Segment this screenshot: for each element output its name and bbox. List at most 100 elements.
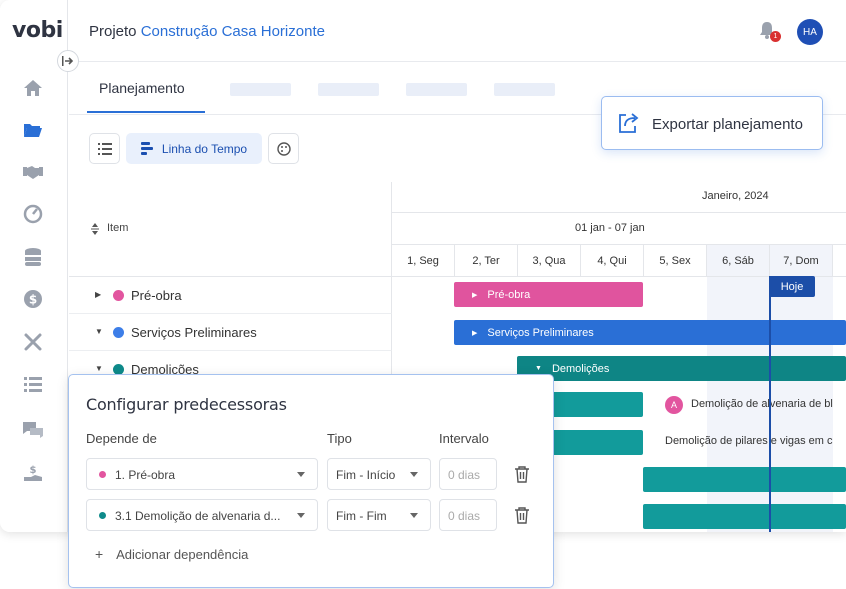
- expand-caret-icon[interactable]: ▶: [95, 290, 101, 299]
- interval-input[interactable]: 0 dias: [439, 458, 497, 490]
- predecessors-dialog: Configurar predecessoras Depende de Tipo…: [68, 374, 554, 588]
- interval-placeholder: 0 dias: [448, 468, 481, 482]
- row-color-dot: [113, 327, 124, 338]
- task-label: Demolição de alvenaria de bl: [691, 398, 833, 410]
- depends-select[interactable]: 3.1 Demolição de alvenaria d...: [86, 499, 318, 531]
- project-name[interactable]: Construção Casa Horizonte: [141, 23, 325, 40]
- page-title: Projeto Construção Casa Horizonte: [89, 23, 325, 40]
- expand-caret-icon[interactable]: ▶: [472, 329, 477, 337]
- tab-label: Planejamento: [99, 80, 185, 96]
- chevron-down-icon: [297, 472, 305, 477]
- tools-icon[interactable]: [21, 330, 45, 354]
- assignee-avatar: A: [665, 396, 683, 414]
- project-label: Projeto: [89, 23, 137, 40]
- palette-icon: [276, 141, 291, 156]
- gantt-bar-demolicoes[interactable]: ▼ Demolições: [517, 356, 846, 381]
- user-avatar[interactable]: HA: [797, 19, 823, 45]
- sidebar-toggle-button[interactable]: [57, 50, 79, 72]
- depends-value: 3.1 Demolição de alvenaria d...: [115, 509, 281, 523]
- list-icon: [97, 142, 112, 155]
- type-select[interactable]: Fim - Início: [327, 458, 431, 490]
- money-hand-icon[interactable]: $: [21, 461, 45, 485]
- today-marker-line: [769, 276, 771, 532]
- depends-value: 1. Pré-obra: [115, 468, 176, 482]
- day-cell: 4, Qui: [581, 245, 644, 277]
- plus-icon: +: [95, 546, 104, 562]
- logo: vobi: [12, 18, 63, 43]
- gantt-bar-task[interactable]: [643, 467, 846, 492]
- handshake-icon[interactable]: [21, 160, 45, 184]
- tab-placeholder[interactable]: [230, 83, 291, 96]
- gantt-bar-pre-obra[interactable]: ▶ Pré-obra: [454, 282, 643, 307]
- tab-placeholder[interactable]: [318, 83, 379, 96]
- sidebar: vobi $ $: [0, 0, 68, 532]
- export-planning-button[interactable]: Exportar planejamento: [601, 96, 823, 150]
- bar-label: Serviços Preliminares: [487, 326, 594, 339]
- collapse-caret-icon[interactable]: ▼: [95, 364, 103, 373]
- trash-icon[interactable]: [514, 465, 530, 483]
- tab-placeholder[interactable]: [494, 83, 555, 96]
- collapse-caret-icon[interactable]: ▼: [535, 365, 542, 372]
- day-cell: 1, Seg: [392, 245, 455, 277]
- list-icon[interactable]: [21, 372, 45, 396]
- type-value: Fim - Fim: [336, 509, 387, 523]
- chat-icon[interactable]: [21, 418, 45, 442]
- month-header: Janeiro, 2024: [392, 182, 846, 213]
- sort-icon: [91, 223, 99, 235]
- table-row[interactable]: ▼ Serviços Preliminares: [69, 314, 392, 351]
- svg-text:$: $: [30, 465, 37, 476]
- depends-select[interactable]: 1. Pré-obra: [86, 458, 318, 490]
- day-cell: 2, Ter: [455, 245, 518, 277]
- day-cell: 5, Sex: [644, 245, 707, 277]
- notification-badge: 1: [770, 31, 781, 42]
- interval-placeholder: 0 dias: [448, 509, 481, 523]
- week-header: 01 jan - 07 jan: [392, 213, 846, 245]
- list-view-button[interactable]: [89, 133, 120, 164]
- month-label: Janeiro, 2024: [702, 190, 769, 202]
- day-cell: 7, Dom: [770, 245, 833, 277]
- expand-caret-icon[interactable]: ▶: [472, 291, 477, 299]
- add-dependency-button[interactable]: + Adicionar dependência: [95, 546, 248, 562]
- chevron-down-icon: [297, 513, 305, 518]
- week-label: 01 jan - 07 jan: [575, 222, 645, 234]
- row-color-dot: [113, 290, 124, 301]
- trash-icon[interactable]: [514, 506, 530, 524]
- export-label: Exportar planejamento: [652, 116, 803, 133]
- interval-column-label: Intervalo: [439, 431, 489, 446]
- timeline-view-button[interactable]: Linha do Tempo: [126, 133, 262, 164]
- task-label: Demolição de pilares e vigas em c: [665, 435, 833, 447]
- settings-button[interactable]: [268, 133, 299, 164]
- bar-label: Pré-obra: [487, 288, 531, 301]
- coins-icon[interactable]: [21, 245, 45, 269]
- gauge-icon[interactable]: [21, 202, 45, 226]
- gantt-bar-task[interactable]: [643, 504, 846, 529]
- expand-arrow-icon: [62, 56, 74, 66]
- dialog-title: Configurar predecessoras: [86, 395, 287, 414]
- gantt-bar-servicos-preliminares[interactable]: ▶ Serviços Preliminares: [454, 320, 846, 345]
- interval-input[interactable]: 0 dias: [439, 499, 497, 531]
- type-select[interactable]: Fim - Fim: [327, 499, 431, 531]
- collapse-caret-icon[interactable]: ▼: [95, 327, 103, 336]
- tab-placeholder[interactable]: [406, 83, 467, 96]
- timeline-icon: [140, 142, 153, 155]
- folder-icon[interactable]: [21, 118, 45, 142]
- row-label: Pré-obra: [131, 288, 182, 303]
- table-row[interactable]: ▶ Pré-obra: [69, 277, 392, 314]
- depends-column-label: Depende de: [86, 431, 157, 446]
- bar-label: Demolições: [551, 362, 610, 375]
- add-dependency-label: Adicionar dependência: [116, 547, 249, 562]
- dollar-icon[interactable]: $: [21, 287, 45, 311]
- header: Projeto Construção Casa Horizonte 1 HA: [69, 0, 846, 62]
- home-icon[interactable]: [21, 76, 45, 100]
- day-cell: 3, Qua: [518, 245, 581, 277]
- chevron-down-icon: [410, 513, 418, 518]
- tab-planejamento[interactable]: Planejamento: [87, 63, 205, 113]
- day-header: 1, Seg 2, Ter 3, Qua 4, Qui 5, Sex 6, Sá…: [392, 245, 846, 277]
- share-icon: [619, 113, 639, 133]
- today-marker: Hoje: [769, 276, 815, 297]
- item-column-header[interactable]: Item: [69, 182, 392, 277]
- task-color-dot: [99, 512, 106, 519]
- type-value: Fim - Início: [336, 468, 396, 482]
- day-cell: 6, Sáb: [707, 245, 770, 277]
- timeline-view-label: Linha do Tempo: [161, 141, 248, 156]
